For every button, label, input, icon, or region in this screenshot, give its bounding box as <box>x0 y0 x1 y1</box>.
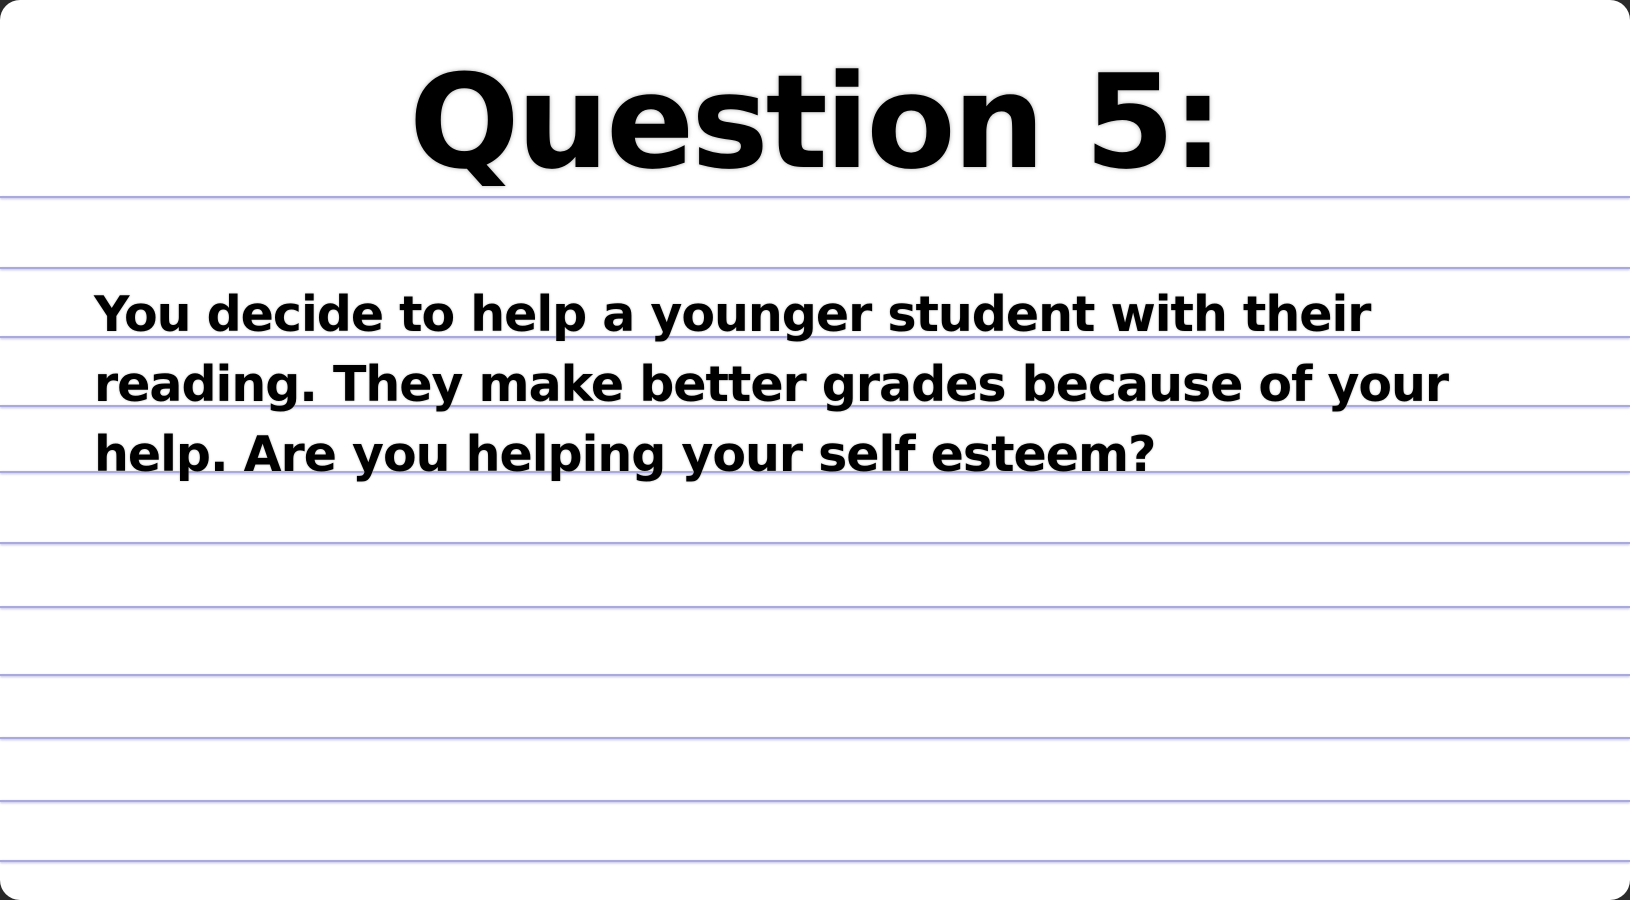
ruled-line <box>0 737 1630 739</box>
ruled-line <box>0 674 1630 676</box>
ruled-line <box>0 267 1630 269</box>
ruled-line <box>0 800 1630 802</box>
ruled-line <box>0 542 1630 544</box>
slide-title: Question 5: <box>409 46 1224 198</box>
question-text: You decide to help a younger student wit… <box>94 286 1449 483</box>
index-card-slide: Question 5: You decide to help a younger… <box>0 0 1630 900</box>
ruled-line <box>0 860 1630 862</box>
ruled-line <box>0 606 1630 608</box>
